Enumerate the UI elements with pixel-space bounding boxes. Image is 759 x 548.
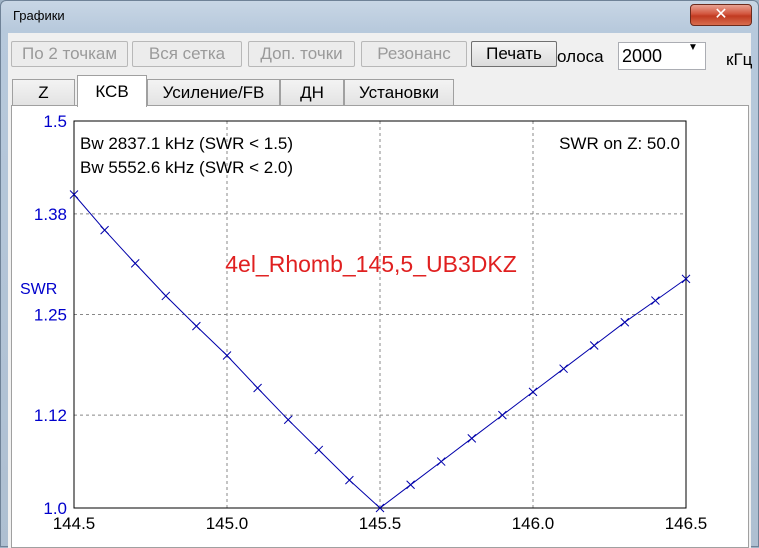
y-axis-label: SWR [20,281,57,298]
swr-reference-annotation: SWR on Z: 50.0 [559,134,680,153]
x-tick-label: 146.0 [512,514,555,533]
bandwidth-annotation-2: Bw 5552.6 kHz (SWR < 2.0) [80,158,293,177]
graphs-window: Графики ✕ По 2 точкам Вся сетка Доп. точ… [0,0,759,548]
y-tick-label: 1.38 [34,205,67,224]
x-tick-label: 145.5 [359,514,402,533]
y-tick-label: 1.0 [43,499,67,518]
bandwidth-annotation-1: Bw 2837.1 kHz (SWR < 1.5) [80,134,293,153]
x-tick-label: 146.5 [665,514,708,533]
y-tick-label: 1.25 [34,306,67,325]
antenna-name-label: 4el_Rhomb_145,5_UB3DKZ [225,251,517,277]
y-tick-label: 1.12 [34,406,67,425]
y-tick-label: 1.5 [43,112,67,131]
x-tick-label: 145.0 [206,514,249,533]
tab-swr[interactable]: КСВ [77,75,147,107]
